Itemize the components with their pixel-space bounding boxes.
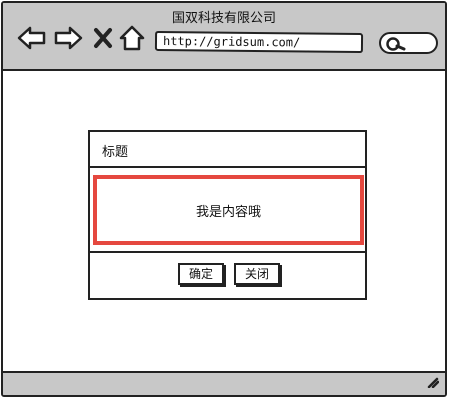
dialog-content-text: 我是内容哦 [195,204,261,220]
dialog-footer: 确定 关闭 [90,251,365,297]
browser-toolbar: 国双科技有限公司 http://gridsum.com/ [3,3,445,71]
home-icon[interactable] [119,25,145,51]
back-arrow-icon[interactable] [17,25,47,51]
resize-grip-icon[interactable] [425,373,440,392]
dialog-content: 我是内容哦 [93,175,364,245]
status-bar [3,371,445,395]
address-text: http://gridsum.com/ [162,33,301,50]
search-icon [386,37,406,51]
confirm-button[interactable]: 确定 [178,263,224,285]
search-box[interactable] [379,32,438,54]
close-x-icon[interactable] [93,27,113,49]
dialog-header: 标题 [90,132,365,168]
window-title: 国双科技有限公司 [171,11,276,26]
close-button[interactable]: 关闭 [234,263,280,285]
browser-window: 国双科技有限公司 http://gridsum.com/ 标题 我是内容哦 确定… [1,1,447,397]
modal-dialog: 标题 我是内容哦 确定 关闭 [88,130,367,300]
dialog-title: 标题 [102,145,129,160]
forward-arrow-icon[interactable] [53,25,83,51]
address-bar[interactable]: http://gridsum.com/ [154,30,364,54]
